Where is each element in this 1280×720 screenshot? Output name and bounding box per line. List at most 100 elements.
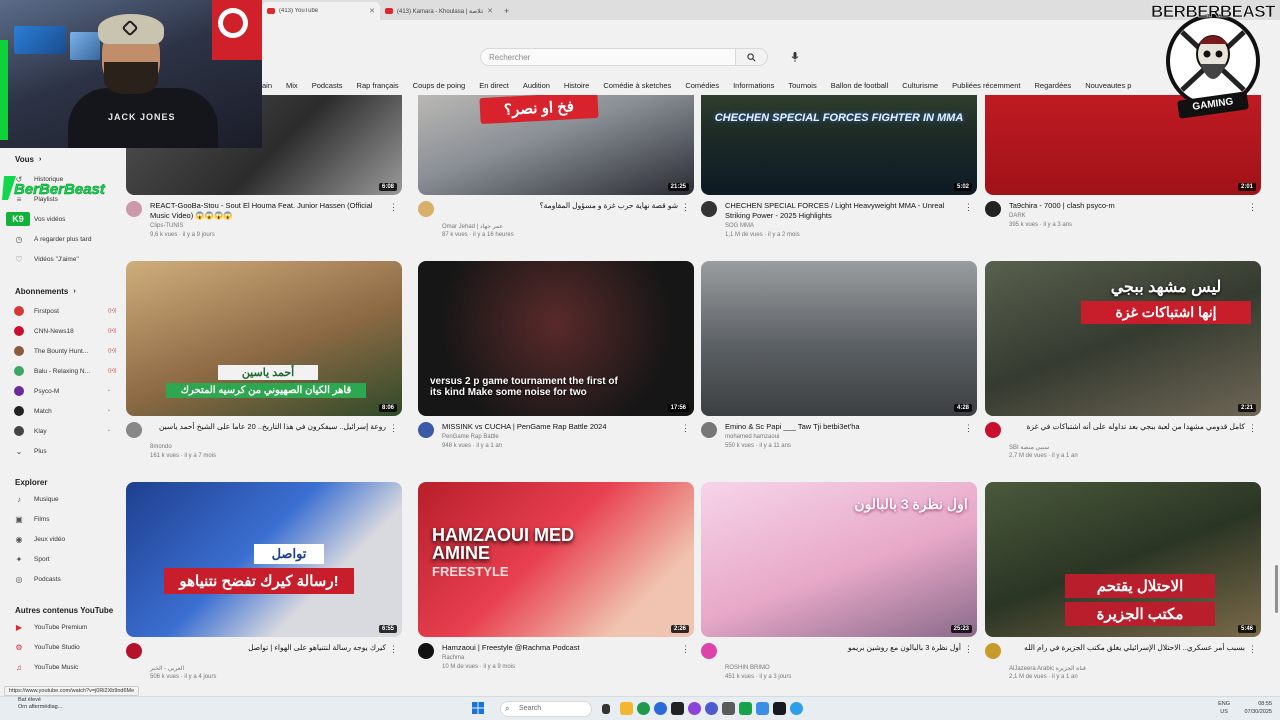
more-options-icon[interactable]: ⋮ xyxy=(681,644,690,655)
video-title[interactable]: Ta9chira - 7000 | clash psyco-m xyxy=(1009,201,1249,211)
video-thumbnail[interactable]: ليس مشهد ببجي إنها اشتباكات غزة 2:21 xyxy=(985,261,1261,416)
video-title[interactable]: أول نظرة 3 بالبالون مع روشين بريمو xyxy=(725,643,961,653)
video-card[interactable]: CHECHEN SPECIAL FORCES FIGHTER IN MMA 5:0… xyxy=(701,40,977,280)
sidebar-you-heading[interactable]: Vous › xyxy=(15,155,41,164)
video-card[interactable]: versus 2 p game tournament the first of … xyxy=(418,261,694,461)
channel-avatar[interactable] xyxy=(418,643,434,659)
more-options-icon[interactable]: ⋮ xyxy=(389,423,398,434)
video-title[interactable]: بسبب أمر عسكري.. الاحتلال الإسرائيلي يغل… xyxy=(1009,643,1245,653)
channel-avatar[interactable] xyxy=(985,643,1001,659)
more-options-icon[interactable]: ⋮ xyxy=(964,202,973,213)
browser-tab-kamara[interactable]: (413) Kamara - Khoulasa | خلاصة ✕ xyxy=(380,2,498,20)
video-thumbnail[interactable]: رسالة كيرك تفضح نتنياهو! تواصل 6:55 xyxy=(126,482,402,637)
more-options-icon[interactable]: ⋮ xyxy=(389,644,398,655)
video-thumbnail[interactable]: versus 2 p game tournament the first of … xyxy=(418,261,694,416)
channel-name[interactable]: PenGame Rap Battle xyxy=(442,434,499,440)
video-thumbnail[interactable]: فخ او نصر؟ 21:25 xyxy=(418,95,694,195)
sidebar-subscription[interactable]: The Bounty Hunt... ((•)) xyxy=(14,344,118,358)
weather-widget[interactable]: Bat élevé Orn aftermédiag... xyxy=(18,697,62,711)
video-title[interactable]: REACT-GooBa-Stou - Sout El Houma Feat. J… xyxy=(150,201,390,221)
channel-avatar[interactable] xyxy=(126,643,142,659)
video-title[interactable]: كامل قدومي مشهدا من لعبة ببجي بعد تداوله… xyxy=(1009,422,1245,432)
channel-avatar[interactable] xyxy=(701,201,717,217)
channel-avatar[interactable] xyxy=(418,422,434,438)
channel-avatar[interactable] xyxy=(418,201,434,217)
tab-close-icon[interactable]: ✕ xyxy=(369,7,375,15)
sidebar-item[interactable]: ▣ Films xyxy=(14,512,118,526)
channel-name[interactable]: Rachma xyxy=(442,655,464,661)
sidebar-item[interactable]: ⚙ YouTube Studio xyxy=(14,640,118,654)
channel-name[interactable]: mohamed hamzaoui xyxy=(725,434,779,440)
video-card[interactable]: الاحتلال يقتحم مكتب الجزيرة 5:46 بسبب أمر ع… xyxy=(985,482,1261,682)
sidebar-item[interactable]: ◎ Podcasts xyxy=(14,572,118,586)
sidebar-item[interactable]: ◷ À regarder plus tard xyxy=(14,232,118,246)
sidebar-item[interactable]: ♡ Vidéos "J'aime" xyxy=(14,252,118,266)
more-options-icon[interactable]: ⋮ xyxy=(681,202,690,213)
channel-name[interactable]: DARK xyxy=(1009,213,1026,219)
language-indicator[interactable]: ENG US xyxy=(1218,700,1230,716)
steam-icon[interactable] xyxy=(773,702,786,715)
sidebar-subscription[interactable]: CNN-News18 ((•)) xyxy=(14,324,118,338)
channel-avatar[interactable] xyxy=(985,422,1001,438)
more-options-icon[interactable]: ⋮ xyxy=(389,202,398,213)
sidebar-item-more[interactable]: ⌄ Plus xyxy=(14,444,118,458)
tab-close-icon[interactable]: ✕ xyxy=(487,7,493,15)
video-card[interactable]: اول نظرة 3 بالبالون 25:23 أول نظرة 3 بالبا… xyxy=(701,482,977,682)
video-title[interactable]: شو قصة نهاية حرب غزة و مسؤول المقاومة؟ xyxy=(442,201,678,211)
more-options-icon[interactable]: ⋮ xyxy=(1248,202,1257,213)
video-thumbnail[interactable]: الاحتلال يقتحم مكتب الجزيرة 5:46 xyxy=(985,482,1261,637)
video-thumbnail[interactable]: اول نظرة 3 بالبالون 25:23 xyxy=(701,482,977,637)
sidebar-item[interactable]: ✦ Sport xyxy=(14,552,118,566)
taskbar-clock[interactable]: 08:55 07/30/2025 xyxy=(1244,700,1272,716)
more-options-icon[interactable]: ⋮ xyxy=(1248,423,1257,434)
discord-icon[interactable] xyxy=(705,702,718,715)
sidebar-subscription[interactable]: Firstpost ((•)) xyxy=(14,304,118,318)
channel-avatar[interactable] xyxy=(985,201,1001,217)
sidebar-item[interactable]: ▶ YouTube Premium xyxy=(14,620,118,634)
video-title[interactable]: Emino & Sc Papi ___ Taw Tji betbi3et'ha xyxy=(725,422,965,432)
app-icon[interactable] xyxy=(756,702,769,715)
channel-name[interactable]: Clips-TUNIS xyxy=(150,223,183,229)
channel-name[interactable]: 8mondo xyxy=(150,444,172,450)
sidebar-item[interactable]: ♪ Musique xyxy=(14,492,118,506)
video-thumbnail[interactable]: HAMZAOUI MED AMINE FREESTYLE 2:26 xyxy=(418,482,694,637)
task-view-icon[interactable] xyxy=(602,704,610,714)
more-options-icon[interactable]: ⋮ xyxy=(681,423,690,434)
video-title[interactable]: CHECHEN SPECIAL FORCES / Light Heavyweig… xyxy=(725,201,965,221)
sidebar-item[interactable]: ◉ Jeux vidéo xyxy=(14,532,118,546)
sidebar-item[interactable]: ♫ YouTube Music xyxy=(14,660,118,674)
app-icon[interactable] xyxy=(722,702,735,715)
video-title[interactable]: كيرك يوجه رسالة لنتنياهو على الهواء | تو… xyxy=(150,643,386,653)
sidebar-subscription[interactable]: Match • xyxy=(14,404,118,418)
video-card[interactable]: ليس مشهد ببجي إنها اشتباكات غزة 2:21 كامل ق… xyxy=(985,261,1261,461)
video-title[interactable]: MISSINK vs CUCHA | PenGame Rap Battle 20… xyxy=(442,422,682,432)
sidebar-subscription[interactable]: Psyco-M • xyxy=(14,384,118,398)
video-card[interactable]: قاهر الكيان الصهيوني من كرسيه المتحرك أحم… xyxy=(126,261,402,461)
browser-tab-youtube[interactable]: (413) YouTube ✕ xyxy=(262,2,380,20)
app-icon[interactable] xyxy=(739,702,752,715)
chrome-icon[interactable] xyxy=(637,702,650,715)
channel-avatar[interactable] xyxy=(126,201,142,217)
video-thumbnail[interactable]: 4:28 xyxy=(701,261,977,416)
video-thumbnail[interactable]: قاهر الكيان الصهيوني من كرسيه المتحرك أحم… xyxy=(126,261,402,416)
channel-name[interactable]: ROSHIN BRIMO xyxy=(725,665,770,671)
sidebar-subscription[interactable]: Balu - Relaxing N... ((•)) xyxy=(14,364,118,378)
sidebar-subscription[interactable]: Klay • xyxy=(14,424,118,438)
taskbar-search[interactable]: Search xyxy=(500,701,592,717)
channel-avatar[interactable] xyxy=(701,643,717,659)
video-card[interactable]: 4:28 Emino & Sc Papi ___ Taw Tji betbi3et… xyxy=(701,261,977,461)
channel-name[interactable]: SBI سببي منصة xyxy=(1009,444,1049,451)
more-options-icon[interactable]: ⋮ xyxy=(1248,644,1257,655)
video-thumbnail[interactable]: CHECHEN SPECIAL FORCES FIGHTER IN MMA 5:0… xyxy=(701,95,977,195)
video-title[interactable]: روعة إسرائيل.. سيفكرون في هذا التاريخ.. … xyxy=(150,422,386,432)
edge-icon[interactable] xyxy=(654,702,667,715)
channel-name[interactable]: SOG MMA xyxy=(725,223,754,229)
app-icon[interactable] xyxy=(790,702,803,715)
channel-avatar[interactable] xyxy=(701,422,717,438)
channel-avatar[interactable] xyxy=(126,422,142,438)
video-card[interactable]: رسالة كيرك تفضح نتنياهو! تواصل 6:55 كيرك يو… xyxy=(126,482,402,682)
app-icon[interactable] xyxy=(688,702,701,715)
channel-name[interactable]: العربي - الخبر xyxy=(150,665,184,672)
video-card[interactable]: HAMZAOUI MED AMINE FREESTYLE 2:26 Hamzaoui … xyxy=(418,482,694,682)
more-options-icon[interactable]: ⋮ xyxy=(964,644,973,655)
